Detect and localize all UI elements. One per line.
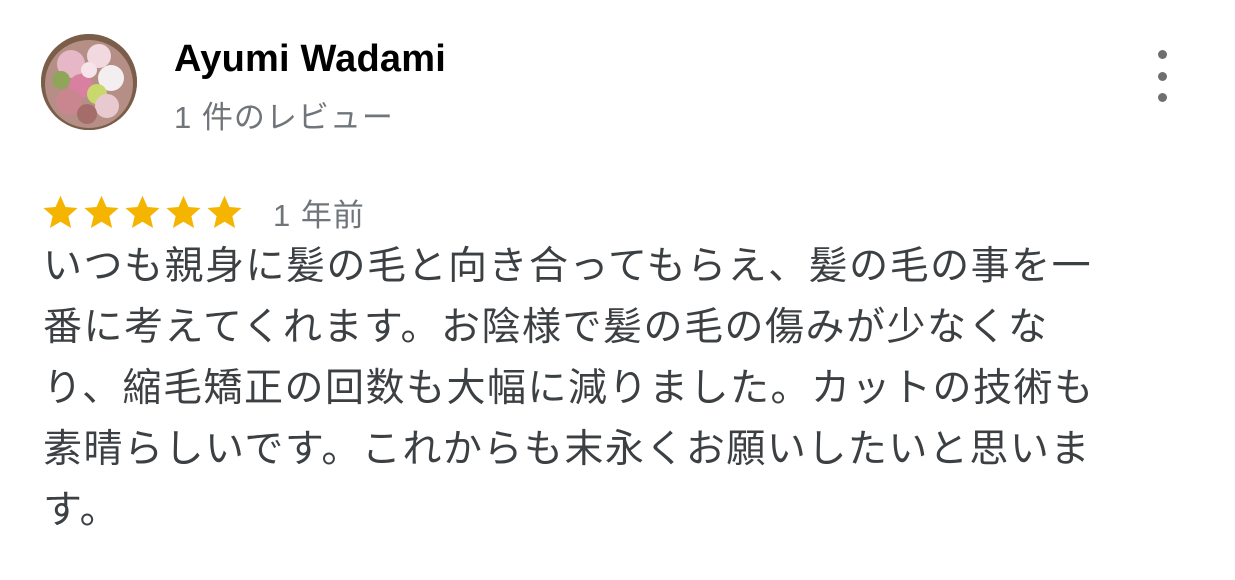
star-rating	[40, 192, 245, 233]
rating-row: 1 年前	[40, 190, 365, 234]
star-icon	[81, 192, 122, 233]
more-vert-icon-dot	[1157, 71, 1167, 81]
star-icon	[122, 192, 163, 233]
avatar[interactable]	[41, 34, 137, 130]
reviewer-name[interactable]: Ayumi Wadami	[174, 38, 446, 81]
more-vert-icon	[1157, 50, 1167, 59]
reviewer-review-count: 1 件のレビュー	[174, 100, 394, 135]
review-card: Ayumi Wadami 1 件のレビュー 1 年前 いつも親身に髪の毛と向き合…	[0, 0, 1235, 580]
review-date: 1 年前	[273, 197, 365, 233]
star-icon	[40, 192, 81, 233]
star-icon	[204, 192, 245, 233]
more-options-button[interactable]	[1142, 50, 1182, 102]
flower-bouquet-avatar-image	[41, 34, 137, 130]
review-text: いつも親身に髪の毛と向き合ってもらえ、髪の毛の事を一番に考えてくれます。お陰様で…	[43, 244, 1095, 533]
star-icon	[163, 192, 204, 233]
more-vert-icon-dot	[1157, 93, 1167, 102]
